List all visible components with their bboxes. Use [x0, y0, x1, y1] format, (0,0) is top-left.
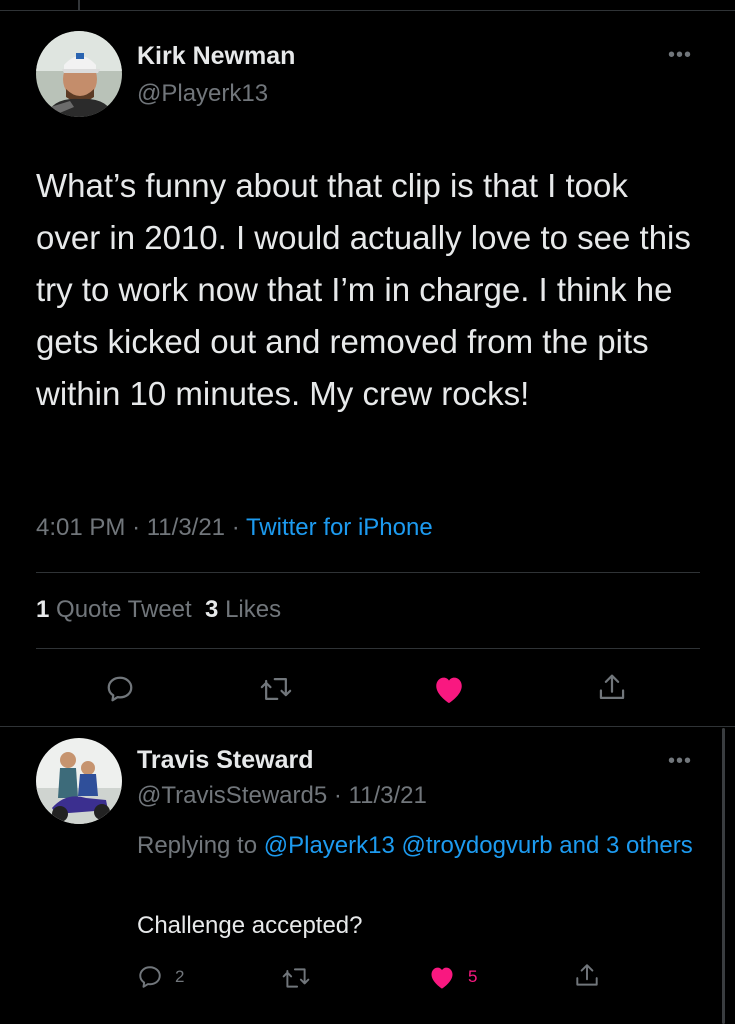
quote-label: Quote Tweet [56, 596, 192, 623]
replying-prefix: Replying to [137, 832, 258, 859]
quote-count: 1 [36, 596, 50, 623]
reply-author-handle[interactable]: @TravisSteward5 [137, 782, 327, 809]
reply-reply-button[interactable]: 2 [137, 964, 184, 990]
tweet-source-link[interactable]: Twitter for iPhone [246, 514, 433, 541]
share-button[interactable] [597, 672, 627, 704]
reply-author-name[interactable]: Travis Steward [137, 746, 313, 775]
likes-link[interactable]: 3 Likes [205, 596, 281, 623]
retweet-button[interactable] [260, 674, 292, 704]
mention-others[interactable]: and 3 others [559, 832, 692, 859]
reply-like-count: 5 [468, 967, 478, 986]
mention-troydogvurb[interactable]: @troydogvurb [402, 832, 553, 859]
reply-handle-date: @TravisSteward5 · 11/3/21 [137, 782, 427, 810]
reply-count: 2 [175, 967, 185, 986]
meta-separator: · [333, 782, 342, 809]
retweet-icon [282, 968, 310, 988]
author-handle[interactable]: @Playerk13 [137, 80, 268, 108]
retweet-icon [260, 678, 292, 700]
heart-icon [431, 967, 453, 989]
share-icon [599, 674, 625, 699]
tweet-stats: 1 Quote Tweet 3 Likes [36, 596, 281, 624]
reply-icon [139, 966, 161, 988]
reply-share-button[interactable] [574, 962, 600, 990]
reply-like-button[interactable]: 5 [428, 964, 477, 990]
mention-playerk13[interactable]: @Playerk13 [264, 832, 395, 859]
reply-date[interactable]: 11/3/21 [349, 782, 427, 809]
top-separator [0, 0, 735, 11]
meta-separator: · [132, 514, 141, 541]
reply-retweet-button[interactable] [282, 965, 310, 991]
more-options-button[interactable]: ••• [668, 44, 692, 67]
avatar-travis-steward[interactable] [36, 738, 122, 824]
quote-tweets-link[interactable]: 1 Quote Tweet [36, 596, 192, 623]
divider [36, 648, 700, 649]
reply-icon [107, 676, 133, 702]
share-icon [576, 964, 598, 986]
reply-button[interactable] [105, 674, 135, 704]
divider [36, 572, 700, 573]
thread-line [78, 0, 80, 10]
tweet-time[interactable]: 4:01 PM [36, 514, 125, 541]
like-button[interactable] [432, 673, 466, 705]
replying-to: Replying to @Playerk13 @troydogvurb and … [137, 826, 707, 866]
tweet-text: What’s funny about that clip is that I t… [36, 167, 691, 412]
author-name[interactable]: Kirk Newman [137, 42, 295, 71]
like-count: 3 [205, 596, 219, 623]
scrollbar[interactable] [722, 728, 725, 1024]
likes-label: Likes [225, 596, 282, 623]
tweet-meta: 4:01 PM · 11/3/21 · Twitter for iPhone [36, 514, 433, 542]
reply-text: Challenge accepted? [137, 912, 363, 939]
heart-icon [436, 677, 462, 704]
avatar-kirk-newman[interactable] [36, 31, 122, 117]
meta-separator: · [231, 514, 240, 541]
tweet-date[interactable]: 11/3/21 [147, 514, 225, 541]
reply-more-options-button[interactable]: ••• [668, 750, 692, 773]
